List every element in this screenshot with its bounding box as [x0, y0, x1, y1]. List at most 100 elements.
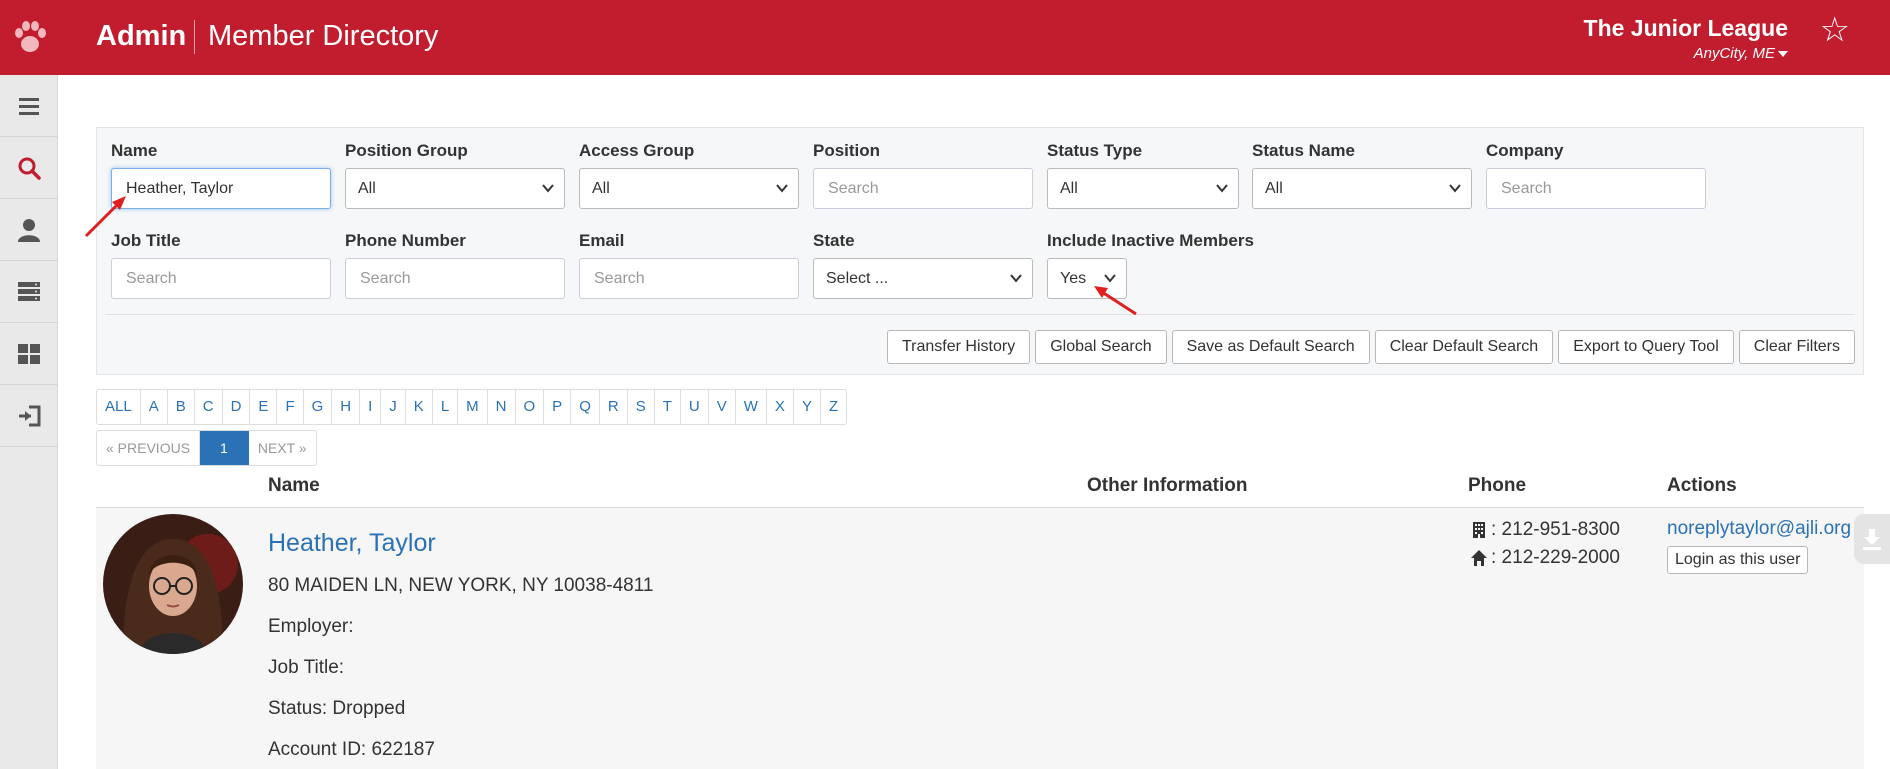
sidebar-item-menu[interactable] [0, 75, 58, 137]
star-icon[interactable]: ☆ [1820, 10, 1850, 50]
page-title: Member Directory [208, 20, 439, 52]
paw-logo-icon[interactable] [10, 17, 50, 57]
email-filter: Email [579, 231, 799, 299]
access-group-filter: Access Group All [579, 141, 799, 209]
alphabet-letter-u[interactable]: U [681, 390, 709, 424]
clear-filters-button[interactable]: Clear Filters [1738, 330, 1855, 364]
alphabet-letter-q[interactable]: Q [571, 390, 600, 424]
brand-title[interactable]: Admin [96, 20, 186, 53]
alphabet-letter-e[interactable]: E [250, 390, 278, 424]
include-inactive-filter: Include Inactive Members Yes [1047, 231, 1254, 299]
status-type-label: Status Type [1047, 141, 1143, 160]
column-header-name[interactable]: Name [268, 475, 320, 497]
pagination: « PREVIOUS 1 NEXT » [96, 430, 317, 466]
search-filter-panel: Name Position Group All Access Group All… [96, 127, 1864, 375]
alphabet-letter-f[interactable]: F [277, 390, 304, 424]
export-query-tool-button[interactable]: Export to Query Tool [1558, 330, 1734, 364]
name-filter-label: Name [111, 141, 158, 160]
alphabet-letter-all[interactable]: ALL [97, 390, 141, 424]
sidebar-item-profile[interactable] [0, 199, 58, 261]
previous-page-button[interactable]: « PREVIOUS [97, 431, 201, 465]
access-group-select[interactable]: All [579, 168, 799, 209]
alphabet-letter-x[interactable]: X [767, 390, 794, 424]
phone-number-input[interactable] [345, 258, 565, 299]
download-tab[interactable] [1854, 514, 1890, 564]
save-default-search-button[interactable]: Save as Default Search [1171, 330, 1370, 364]
alphabet-letter-g[interactable]: G [304, 390, 333, 424]
job-title-input[interactable] [111, 258, 331, 299]
header-divider [194, 20, 195, 54]
panel-divider [105, 314, 1855, 315]
server-icon [18, 281, 40, 301]
alphabet-letter-z[interactable]: Z [821, 390, 846, 424]
alphabet-letter-l[interactable]: L [433, 390, 459, 424]
job-title-label: Job Title [111, 231, 181, 250]
chevron-down-icon [1010, 274, 1022, 283]
organization-city-dropdown[interactable]: AnyCity, ME [1694, 45, 1788, 62]
member-address: 80 MAIDEN LN, NEW YORK, NY 10038-4811 [268, 575, 654, 596]
company-input[interactable] [1486, 168, 1706, 209]
position-group-label: Position Group [345, 141, 468, 160]
access-group-value: All [592, 180, 610, 197]
alphabet-letter-n[interactable]: N [488, 390, 516, 424]
menu-icon [19, 97, 39, 115]
alphabet-letter-i[interactable]: I [360, 390, 382, 424]
organization-name: The Junior League [1583, 15, 1788, 41]
column-header-other-information: Other Information [1087, 475, 1248, 496]
status-type-filter: Status Type All [1047, 141, 1239, 209]
column-header-actions: Actions [1667, 475, 1737, 496]
next-page-button[interactable]: NEXT » [249, 431, 316, 465]
position-group-select[interactable]: All [345, 168, 565, 209]
sidebar [0, 75, 58, 769]
email-label: Email [579, 231, 625, 250]
status-name-select[interactable]: All [1252, 168, 1472, 209]
search-icon [18, 157, 41, 180]
sidebar-item-data[interactable] [0, 261, 58, 323]
transfer-history-button[interactable]: Transfer History [887, 330, 1031, 364]
alphabet-letter-j[interactable]: J [381, 390, 406, 424]
alphabet-letter-m[interactable]: M [458, 390, 488, 424]
work-phone-number: : 212-951-8300 [1491, 519, 1620, 540]
status-type-select[interactable]: All [1047, 168, 1239, 209]
alphabet-letter-w[interactable]: W [736, 390, 767, 424]
alphabet-letter-c[interactable]: C [195, 390, 223, 424]
organization-city: AnyCity, ME [1693, 45, 1775, 62]
member-account-id: Account ID: 622187 [268, 739, 435, 760]
name-input[interactable] [111, 168, 331, 209]
sidebar-item-logout[interactable] [0, 385, 58, 447]
company-filter: Company [1486, 141, 1706, 209]
chevron-down-icon [542, 184, 554, 193]
state-select[interactable]: Select ... [813, 258, 1033, 299]
member-name-link[interactable]: Heather, Taylor [268, 529, 436, 558]
email-input[interactable] [579, 258, 799, 299]
alphabet-letter-d[interactable]: D [223, 390, 251, 424]
alphabet-letter-k[interactable]: K [406, 390, 433, 424]
state-value: Select ... [826, 270, 889, 287]
job-title-filter: Job Title [111, 231, 331, 299]
alphabet-filter: ALL A B C D E F G H I J K L M N O P Q R S T U V W X Y Z [96, 389, 848, 425]
position-input[interactable] [813, 168, 1033, 209]
clear-default-search-button[interactable]: Clear Default Search [1374, 330, 1554, 364]
login-as-user-button[interactable]: Login as this user [1667, 546, 1809, 574]
alphabet-letter-s[interactable]: S [628, 390, 655, 424]
sidebar-item-search[interactable] [0, 137, 58, 199]
alphabet-letter-v[interactable]: V [709, 390, 736, 424]
home-icon [1471, 550, 1487, 566]
include-inactive-value: Yes [1060, 270, 1087, 287]
sidebar-item-dashboard[interactable] [0, 323, 58, 385]
alphabet-letter-h[interactable]: H [332, 390, 361, 424]
alphabet-letter-p[interactable]: P [544, 390, 572, 424]
alphabet-letter-y[interactable]: Y [794, 390, 821, 424]
global-search-button[interactable]: Global Search [1035, 330, 1167, 364]
member-avatar[interactable] [103, 514, 243, 654]
alphabet-letter-t[interactable]: T [655, 390, 681, 424]
member-email-link[interactable]: noreplytaylor@ajli.org [1667, 518, 1851, 540]
status-type-value: All [1060, 180, 1078, 197]
logout-icon [19, 405, 41, 426]
alphabet-letter-r[interactable]: R [600, 390, 628, 424]
alphabet-letter-o[interactable]: O [516, 390, 545, 424]
page-button-current[interactable]: 1 [200, 431, 249, 465]
status-name-label: Status Name [1252, 141, 1355, 160]
alphabet-letter-b[interactable]: B [168, 390, 195, 424]
alphabet-letter-a[interactable]: A [141, 390, 168, 424]
